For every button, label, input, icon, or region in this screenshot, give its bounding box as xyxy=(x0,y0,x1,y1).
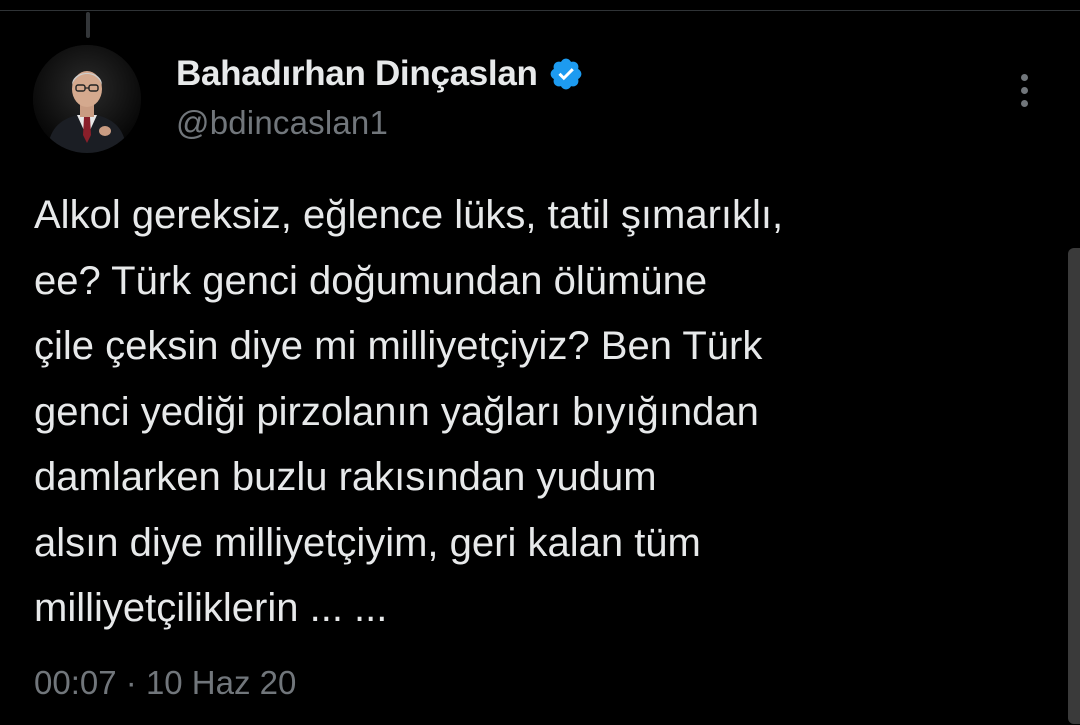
more-vertical-icon xyxy=(1020,73,1028,81)
profile-photo-icon xyxy=(33,45,141,153)
more-options-button[interactable] xyxy=(1004,66,1044,114)
author-name-row[interactable]: Bahadırhan Dinçaslan xyxy=(176,52,584,96)
tweet-time[interactable]: 00:07 xyxy=(34,664,117,701)
tweet-text-line: milliyetçiliklerin ... ... xyxy=(34,586,388,630)
tweet-text-line: Alkol gereksiz, eğlence lüks, tatil şıma… xyxy=(34,193,784,237)
tweet-timestamp[interactable]: 00:07 · 10 Haz 20 xyxy=(34,664,296,702)
avatar[interactable] xyxy=(33,45,141,153)
timestamp-separator: · xyxy=(125,664,137,701)
more-vertical-icon-dot xyxy=(1020,86,1028,94)
tweet-text: Alkol gereksiz, eğlence lüks, tatil şıma… xyxy=(34,183,1034,642)
author-display-name[interactable]: Bahadırhan Dinçaslan xyxy=(176,54,538,94)
tweet-text-line: çile çeksin diye mi milliyetçiyiz? Ben T… xyxy=(34,324,763,368)
tweet-text-line: genci yediği pirzolanın yağları bıyığınd… xyxy=(34,389,759,434)
scrollbar-thumb[interactable] xyxy=(1068,248,1080,724)
top-divider xyxy=(0,10,1080,11)
thread-connector-line xyxy=(86,12,90,38)
tweet-date[interactable]: 10 Haz 20 xyxy=(146,664,296,701)
verified-badge-icon[interactable] xyxy=(548,56,584,92)
more-vertical-icon-dot xyxy=(1020,99,1028,107)
tweet-text-line: ee? Türk genci doğumundan ölümüne xyxy=(34,258,708,303)
tweet-text-line: damlarken buzlu rakısından yudum xyxy=(34,455,657,499)
tweet-text-line: alsın diye milliyetçiyim, geri kalan tüm xyxy=(34,520,701,565)
author-handle[interactable]: @bdincaslan1 xyxy=(176,104,388,142)
